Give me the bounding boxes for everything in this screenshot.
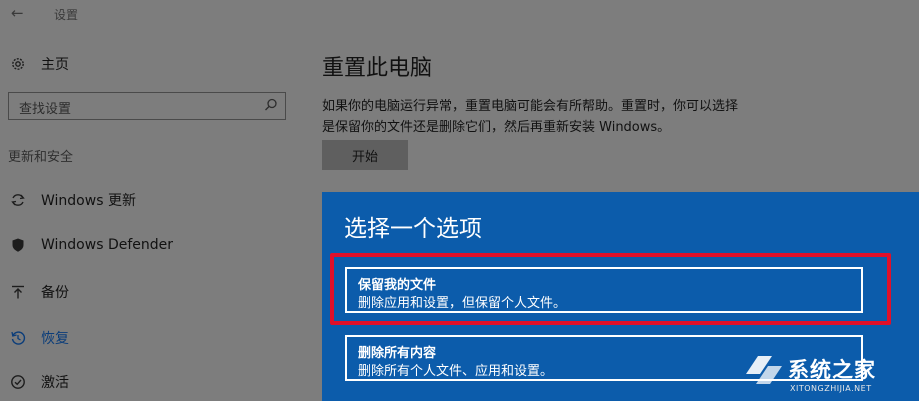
search-input[interactable]: 查找设置 [8, 92, 286, 120]
watermark-text: 系统之家 [788, 358, 876, 382]
sidebar-item-recovery[interactable]: 恢复 [9, 328, 69, 348]
red-highlight-box [330, 253, 891, 325]
recovery-icon [9, 329, 27, 347]
search-placeholder: 查找设置 [19, 102, 72, 117]
sidebar-item-label: 备份 [41, 285, 69, 301]
window-title: 设置 [54, 8, 79, 22]
start-button[interactable]: 开始 [322, 140, 408, 170]
sidebar-item-label: 激活 [41, 375, 69, 391]
shield-icon [9, 236, 27, 254]
page-title: 重置此电脑 [322, 56, 433, 81]
search-icon[interactable] [263, 97, 279, 113]
sidebar-item-backup[interactable]: 备份 [9, 282, 69, 302]
dialog-title: 选择一个选项 [344, 216, 482, 242]
sync-icon [9, 191, 27, 209]
watermark-logo-icon [746, 356, 782, 384]
sidebar-item-windows-update[interactable]: Windows 更新 [9, 190, 136, 210]
check-circle-icon [9, 373, 27, 391]
sidebar-item-label: 恢复 [41, 331, 69, 347]
backup-icon [9, 283, 27, 301]
title-bar: ← 设置 [0, 0, 919, 28]
watermark: 系统之家 XITONGZHIJIA.NET [742, 350, 919, 401]
option-description: 删除所有个人文件、应用和设置。 [358, 364, 554, 379]
section-title: 更新和安全 [8, 150, 74, 165]
sidebar-item-activation[interactable]: 激活 [9, 372, 69, 392]
watermark-subtext: XITONGZHIJIA.NET [790, 384, 872, 393]
gear-icon [9, 55, 27, 73]
sidebar-item-home[interactable]: 主页 [9, 54, 69, 74]
reset-description: 如果你的电脑运行异常，重置电脑可能会有所帮助。重置时，你可以选择是保留你的文件还… [322, 99, 739, 135]
sidebar-item-windows-defender[interactable]: Windows Defender [9, 236, 173, 254]
sidebar-item-label: Windows Defender [41, 237, 174, 253]
back-arrow-icon[interactable]: ← [11, 4, 24, 22]
option-title: 删除所有内容 [358, 346, 437, 361]
sidebar-item-label: 主页 [41, 57, 69, 73]
sidebar-item-label: Windows 更新 [41, 193, 136, 209]
